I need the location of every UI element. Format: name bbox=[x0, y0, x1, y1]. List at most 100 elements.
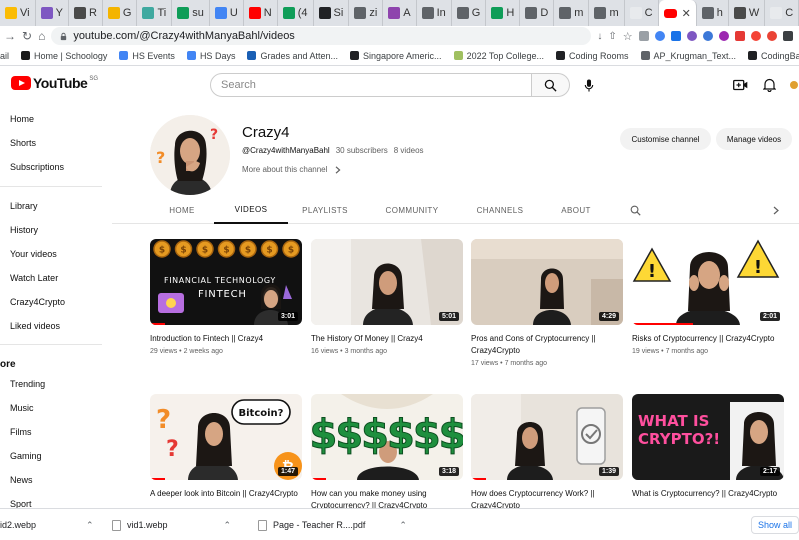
video-title[interactable]: The History Of Money || Crazy4 bbox=[311, 333, 463, 345]
video-card[interactable]: 1:39 How does Cryptocurrency Work? || Cra… bbox=[471, 394, 623, 512]
video-title[interactable]: Introduction to Fintech || Crazy4 bbox=[150, 333, 302, 345]
browser-tab[interactable]: C bbox=[625, 0, 659, 26]
chevron-up-icon[interactable]: ⌃ bbox=[399, 520, 407, 531]
channel-avatar[interactable]: ? ? bbox=[150, 115, 230, 195]
voice-search-button[interactable] bbox=[581, 77, 597, 93]
video-card[interactable]: WHAT IS CRYPTO?! 2:17 What is Cryptocurrenc… bbox=[632, 394, 784, 500]
bookmark-item[interactable]: ail bbox=[0, 51, 9, 61]
browser-tab[interactable]: (4 bbox=[278, 0, 314, 26]
download-item[interactable]: id2.webp ⌃ bbox=[0, 509, 94, 540]
download-item[interactable]: vid1.webp ⌃ bbox=[112, 509, 231, 540]
close-tab-icon[interactable]: ✕ bbox=[682, 7, 691, 20]
browser-tab[interactable]: U bbox=[210, 0, 244, 26]
browser-tab[interactable]: Si bbox=[314, 0, 350, 26]
forward-arrow-icon[interactable]: → bbox=[4, 29, 16, 43]
video-thumbnail[interactable]: 1:39 bbox=[471, 394, 623, 480]
video-title[interactable]: Pros and Cons of Cryptocurrency || Crazy… bbox=[471, 333, 623, 357]
video-card[interactable]: $$$$$$ 3:18 How can you make money using C… bbox=[311, 394, 463, 512]
browser-tab[interactable]: In bbox=[417, 0, 452, 26]
extension-icon[interactable] bbox=[702, 31, 713, 41]
extension-icon[interactable] bbox=[766, 31, 777, 41]
sidebar-item-films[interactable]: Films bbox=[0, 420, 100, 444]
extension-icon[interactable] bbox=[654, 31, 665, 41]
download-item[interactable]: Page - Teacher R....pdf ⌃ bbox=[258, 509, 407, 540]
video-thumbnail[interactable]: $ $ $ $ $ $ $ FINANCIAL TECHNOLOGY FINTECH 3:01 bbox=[150, 239, 302, 325]
extension-icon[interactable] bbox=[750, 31, 761, 41]
video-thumbnail[interactable]: !! 2:01 bbox=[632, 239, 784, 325]
tab-community[interactable]: COMMUNITY bbox=[378, 197, 446, 224]
sidebar-item-playlist[interactable]: Crazy4Crypto bbox=[0, 290, 100, 314]
tab-channels[interactable]: CHANNELS bbox=[471, 197, 529, 224]
video-thumbnail[interactable]: 4:29 bbox=[471, 239, 623, 325]
manage-videos-button[interactable]: Manage videos bbox=[716, 128, 792, 150]
bookmark-item[interactable]: HS Days bbox=[186, 51, 235, 61]
extension-icon[interactable] bbox=[718, 31, 729, 41]
sidebar-item-shorts[interactable]: Shorts bbox=[0, 131, 100, 155]
sidebar-item-liked-videos[interactable]: Liked videos bbox=[0, 314, 100, 338]
sidebar-item-history[interactable]: History bbox=[0, 218, 100, 242]
browser-tab[interactable]: m bbox=[589, 0, 625, 26]
video-card[interactable]: !! 2:01 Risks of Cryptocurrency || Crazy4C… bbox=[632, 239, 784, 355]
bookmark-item[interactable]: Singapore Americ... bbox=[350, 51, 442, 61]
show-all-downloads-button[interactable]: Show all bbox=[750, 516, 799, 534]
notifications-button[interactable] bbox=[760, 76, 778, 94]
browser-tab[interactable]: C bbox=[765, 0, 799, 26]
browser-tab[interactable]: H bbox=[486, 0, 521, 26]
channel-search-button[interactable] bbox=[624, 197, 646, 224]
bookmark-item[interactable]: 2022 Top College... bbox=[453, 51, 544, 61]
browser-tab[interactable]: Ti bbox=[137, 0, 173, 26]
video-thumbnail[interactable]: WHAT IS CRYPTO?! 2:17 bbox=[632, 394, 784, 480]
sidebar-item-library[interactable]: Library bbox=[0, 194, 100, 218]
browser-tab[interactable]: zi bbox=[349, 0, 384, 26]
video-card[interactable]: 4:29 Pros and Cons of Cryptocurrency || C… bbox=[471, 239, 623, 367]
video-card[interactable]: ??Bitcoin?₿1:47 A deeper look into Bitcoi… bbox=[150, 394, 302, 500]
puzzle-icon[interactable] bbox=[782, 31, 793, 41]
browser-tab[interactable]: su bbox=[172, 0, 210, 26]
sidebar-item-music[interactable]: Music bbox=[0, 396, 100, 420]
account-avatar[interactable] bbox=[788, 76, 799, 94]
browser-tab[interactable]: D bbox=[520, 0, 555, 26]
browser-tab[interactable]: m bbox=[554, 0, 590, 26]
extension-icon[interactable] bbox=[638, 31, 649, 41]
video-title[interactable]: What is Cryptocurrency? || Crazy4Crypto bbox=[632, 488, 784, 500]
address-bar[interactable]: youtube.com/@Crazy4withManyaBahl/videos bbox=[51, 27, 592, 45]
chevron-up-icon[interactable]: ⌃ bbox=[224, 520, 232, 531]
tab-playlists[interactable]: PLAYLISTS bbox=[296, 197, 354, 224]
search-input[interactable]: Search bbox=[210, 73, 532, 97]
browser-tab[interactable]: Y bbox=[36, 0, 69, 26]
browser-tab[interactable]: R bbox=[69, 0, 103, 26]
share-icon[interactable]: ⇧ bbox=[608, 31, 616, 42]
bookmark-item[interactable]: HS Events bbox=[119, 51, 175, 61]
browser-tab[interactable]: Vi bbox=[0, 0, 36, 26]
sidebar-item-gaming[interactable]: Gaming bbox=[0, 444, 100, 468]
reload-icon[interactable]: ↻ bbox=[22, 29, 32, 43]
browser-tab[interactable]: A bbox=[383, 0, 417, 26]
tabs-scroll-right-button[interactable] bbox=[768, 197, 784, 224]
sidebar-item-subscriptions[interactable]: Subscriptions bbox=[0, 155, 100, 179]
chevron-up-icon[interactable]: ⌃ bbox=[86, 520, 94, 531]
sidebar-item-watch-later[interactable]: Watch Later bbox=[0, 266, 100, 290]
browser-tab[interactable]: W bbox=[729, 0, 766, 26]
extension-icon[interactable] bbox=[670, 31, 681, 41]
more-about-channel-link[interactable]: More about this channel bbox=[242, 165, 341, 174]
video-thumbnail[interactable]: ??Bitcoin?₿1:47 bbox=[150, 394, 302, 480]
create-video-button[interactable] bbox=[731, 76, 749, 94]
bookmark-star-icon[interactable]: ☆ bbox=[623, 30, 633, 43]
bookmark-item[interactable]: AP_Krugman_Text... bbox=[640, 51, 736, 61]
bookmark-item[interactable]: Home | Schoology bbox=[21, 51, 107, 61]
browser-tab[interactable]: ✕ bbox=[658, 0, 697, 26]
video-title[interactable]: A deeper look into Bitcoin || Crazy4Cryp… bbox=[150, 488, 302, 500]
video-card[interactable]: 5:01 The History Of Money || Crazy4 16 vie… bbox=[311, 239, 463, 355]
browser-tab[interactable]: N bbox=[244, 0, 278, 26]
bookmark-item[interactable]: Grades and Atten... bbox=[247, 51, 338, 61]
sidebar-item-home[interactable]: Home bbox=[0, 107, 100, 131]
youtube-logo[interactable]: YouTube SG bbox=[11, 75, 98, 91]
bookmark-item[interactable]: CodingBat Java L... bbox=[748, 51, 799, 61]
browser-tab[interactable]: G bbox=[103, 0, 138, 26]
extension-icon[interactable] bbox=[734, 31, 745, 41]
search-button[interactable] bbox=[532, 73, 570, 97]
video-thumbnail[interactable]: $$$$$$ 3:18 bbox=[311, 394, 463, 480]
customise-channel-button[interactable]: Customise channel bbox=[620, 128, 711, 150]
browser-tab[interactable]: h bbox=[697, 0, 729, 26]
bookmark-item[interactable]: Coding Rooms bbox=[555, 51, 629, 61]
